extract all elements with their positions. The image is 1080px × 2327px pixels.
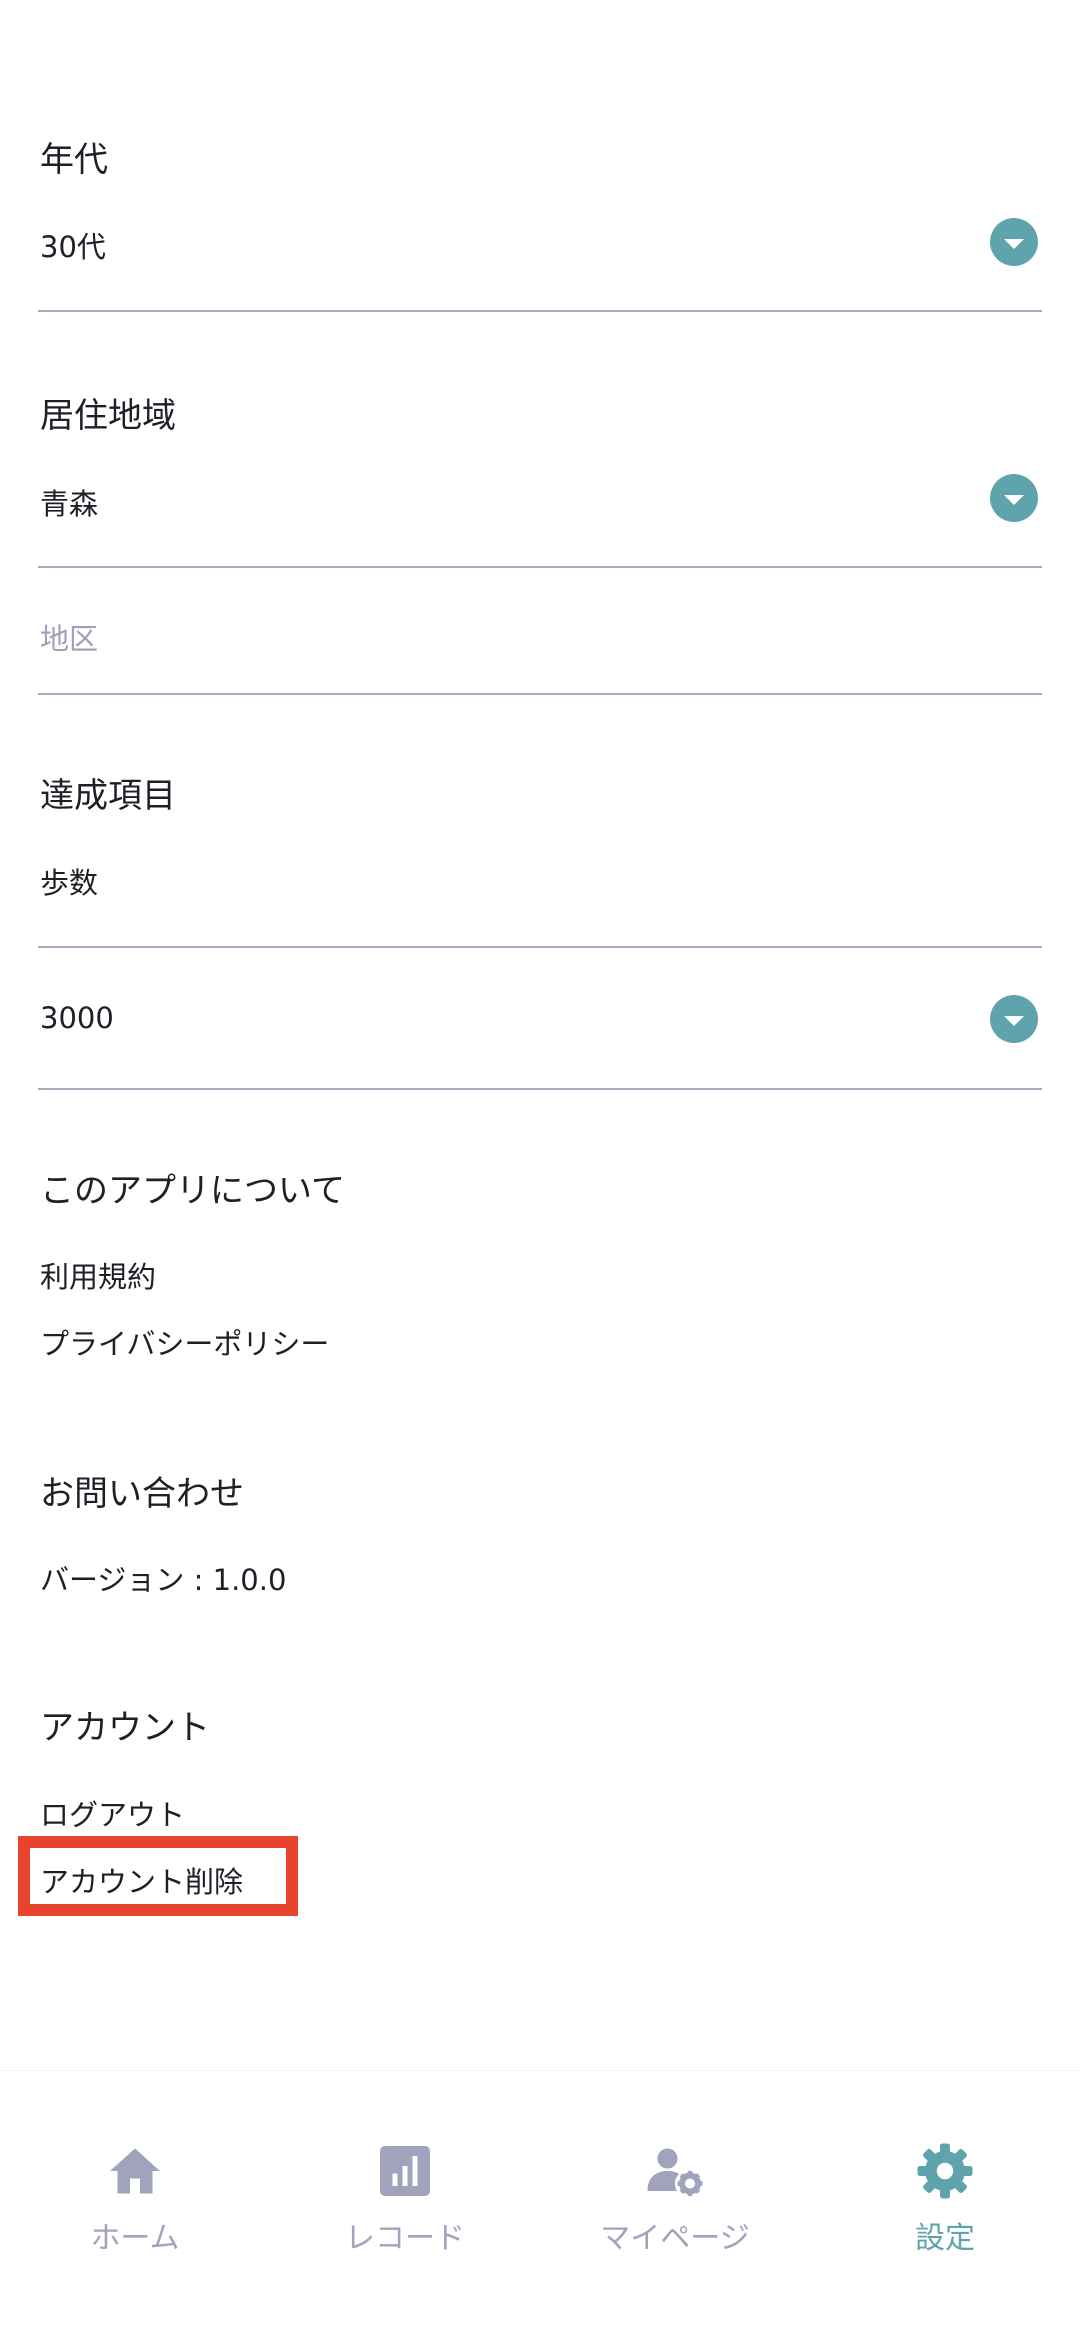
nav-record[interactable]: レコード <box>305 2141 505 2257</box>
nav-record-label: レコード <box>345 2221 465 2256</box>
logout-link[interactable]: ログアウト <box>40 1792 185 1834</box>
terms-link[interactable]: 利用規約 <box>40 1254 156 1296</box>
goal-value-underline <box>38 1088 1042 1090</box>
nav-settings[interactable]: 設定 <box>845 2141 1045 2257</box>
nav-home-label: ホーム <box>90 2221 180 2256</box>
nav-mypage[interactable]: マイページ <box>575 2141 775 2257</box>
settings-page: 年代 30代 居住地域 青森 地区 達成項目 歩数 3000 このアプリについて… <box>0 0 1080 2327</box>
residence-select-value: 青森 <box>40 487 99 521</box>
contact-heading[interactable]: お問い合わせ <box>40 1466 244 1515</box>
chart-icon <box>380 2146 430 2196</box>
residence-heading: 居住地域 <box>40 396 176 436</box>
nav-home[interactable]: ホーム <box>35 2141 235 2257</box>
nav-mypage-label: マイページ <box>600 2221 750 2256</box>
version-text: バージョン : 1.0.0 <box>40 1563 287 1597</box>
chevron-down-icon[interactable] <box>990 218 1038 266</box>
district-underline <box>38 693 1042 695</box>
residence-underline <box>38 566 1042 568</box>
privacy-policy-link[interactable]: プライバシーポリシー <box>40 1321 329 1363</box>
chevron-down-icon[interactable] <box>990 995 1038 1043</box>
goal-item-value: 歩数 <box>40 866 99 900</box>
user-settings-icon <box>647 2148 703 2196</box>
nav-settings-label: 設定 <box>915 2221 975 2256</box>
goal-item-underline <box>38 946 1042 948</box>
district-placeholder: 地区 <box>40 622 99 656</box>
age-select-value: 30代 <box>40 230 106 264</box>
bottom-nav: ホーム レコード マイページ 設定 <box>0 2070 1080 2327</box>
goal-heading: 達成項目 <box>40 776 176 816</box>
chevron-down-icon[interactable] <box>990 474 1038 522</box>
account-heading: アカウント <box>40 1708 210 1748</box>
home-icon <box>110 2148 160 2194</box>
goal-value: 3000 <box>40 1001 114 1035</box>
delete-account-highlight <box>18 1836 298 1916</box>
about-heading: このアプリについて <box>40 1171 345 1211</box>
gear-icon <box>917 2143 973 2199</box>
age-heading: 年代 <box>40 140 108 180</box>
age-underline <box>38 310 1042 312</box>
